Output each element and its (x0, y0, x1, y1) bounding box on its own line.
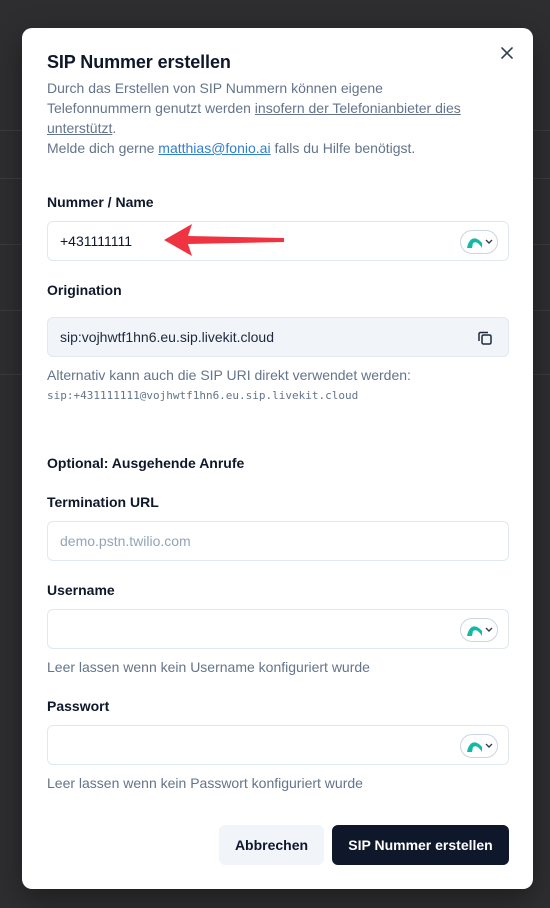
origination-field: sip:vojhwtf1hn6.eu.sip.livekit.cloud (47, 317, 509, 357)
chevron-down-icon (485, 239, 493, 244)
password-hint: Leer lassen wenn kein Passwort konfiguri… (47, 775, 363, 791)
origination-value: sip:vojhwtf1hn6.eu.sip.livekit.cloud (60, 329, 275, 345)
desc-text: Durch das Erstellen von SIP Nummern könn… (47, 80, 383, 96)
annotation-arrow (164, 224, 284, 256)
desc-text: Melde dich gerne (47, 140, 159, 156)
termination-url-label: Termination URL (47, 494, 159, 510)
password-label: Passwort (47, 698, 110, 714)
copy-icon[interactable] (476, 329, 494, 347)
desc-text: . (112, 120, 117, 136)
password-manager-icon[interactable] (460, 734, 498, 758)
origination-hint: Alternativ kann auch die SIP URI direkt … (47, 367, 411, 383)
origination-label: Origination (47, 282, 122, 298)
chevron-down-icon (485, 627, 493, 632)
username-input[interactable] (47, 609, 509, 649)
create-sip-number-button[interactable]: SIP Nummer erstellen (332, 825, 509, 865)
sip-number-dialog: SIP Nummer erstellen Durch das Erstellen… (22, 28, 533, 889)
username-hint: Leer lassen wenn kein Username konfiguri… (47, 659, 370, 675)
outbound-section-title: Optional: Ausgehende Anrufe (47, 455, 245, 471)
password-input[interactable] (47, 725, 509, 765)
password-manager-icon[interactable] (460, 618, 498, 642)
desc-text: Telefonnummern genutzt werden (47, 100, 255, 116)
termination-url-input[interactable]: demo.pstn.twilio.com (47, 521, 509, 561)
close-icon[interactable] (498, 44, 516, 62)
chevron-down-icon (485, 743, 493, 748)
support-email-link[interactable]: matthias@fonio.ai (158, 140, 270, 156)
termination-url-placeholder: demo.pstn.twilio.com (60, 533, 191, 549)
provider-link[interactable]: insofern der Telefonianbieter dies (255, 100, 461, 116)
password-manager-icon[interactable] (460, 230, 498, 254)
desc-text: falls du Hilfe benötigst. (270, 140, 416, 156)
username-label: Username (47, 582, 115, 598)
dialog-title: SIP Nummer erstellen (47, 52, 231, 72)
cancel-button[interactable]: Abbrechen (219, 825, 324, 865)
sip-uri: sip:+431111111@vojhwtf1hn6.eu.sip.liveki… (47, 389, 359, 402)
provider-link[interactable]: unterstützt (47, 120, 112, 136)
number-value: +431111111 (60, 233, 133, 249)
number-label: Nummer / Name (47, 194, 154, 210)
dialog-description: Durch das Erstellen von SIP Nummern könn… (47, 78, 507, 158)
